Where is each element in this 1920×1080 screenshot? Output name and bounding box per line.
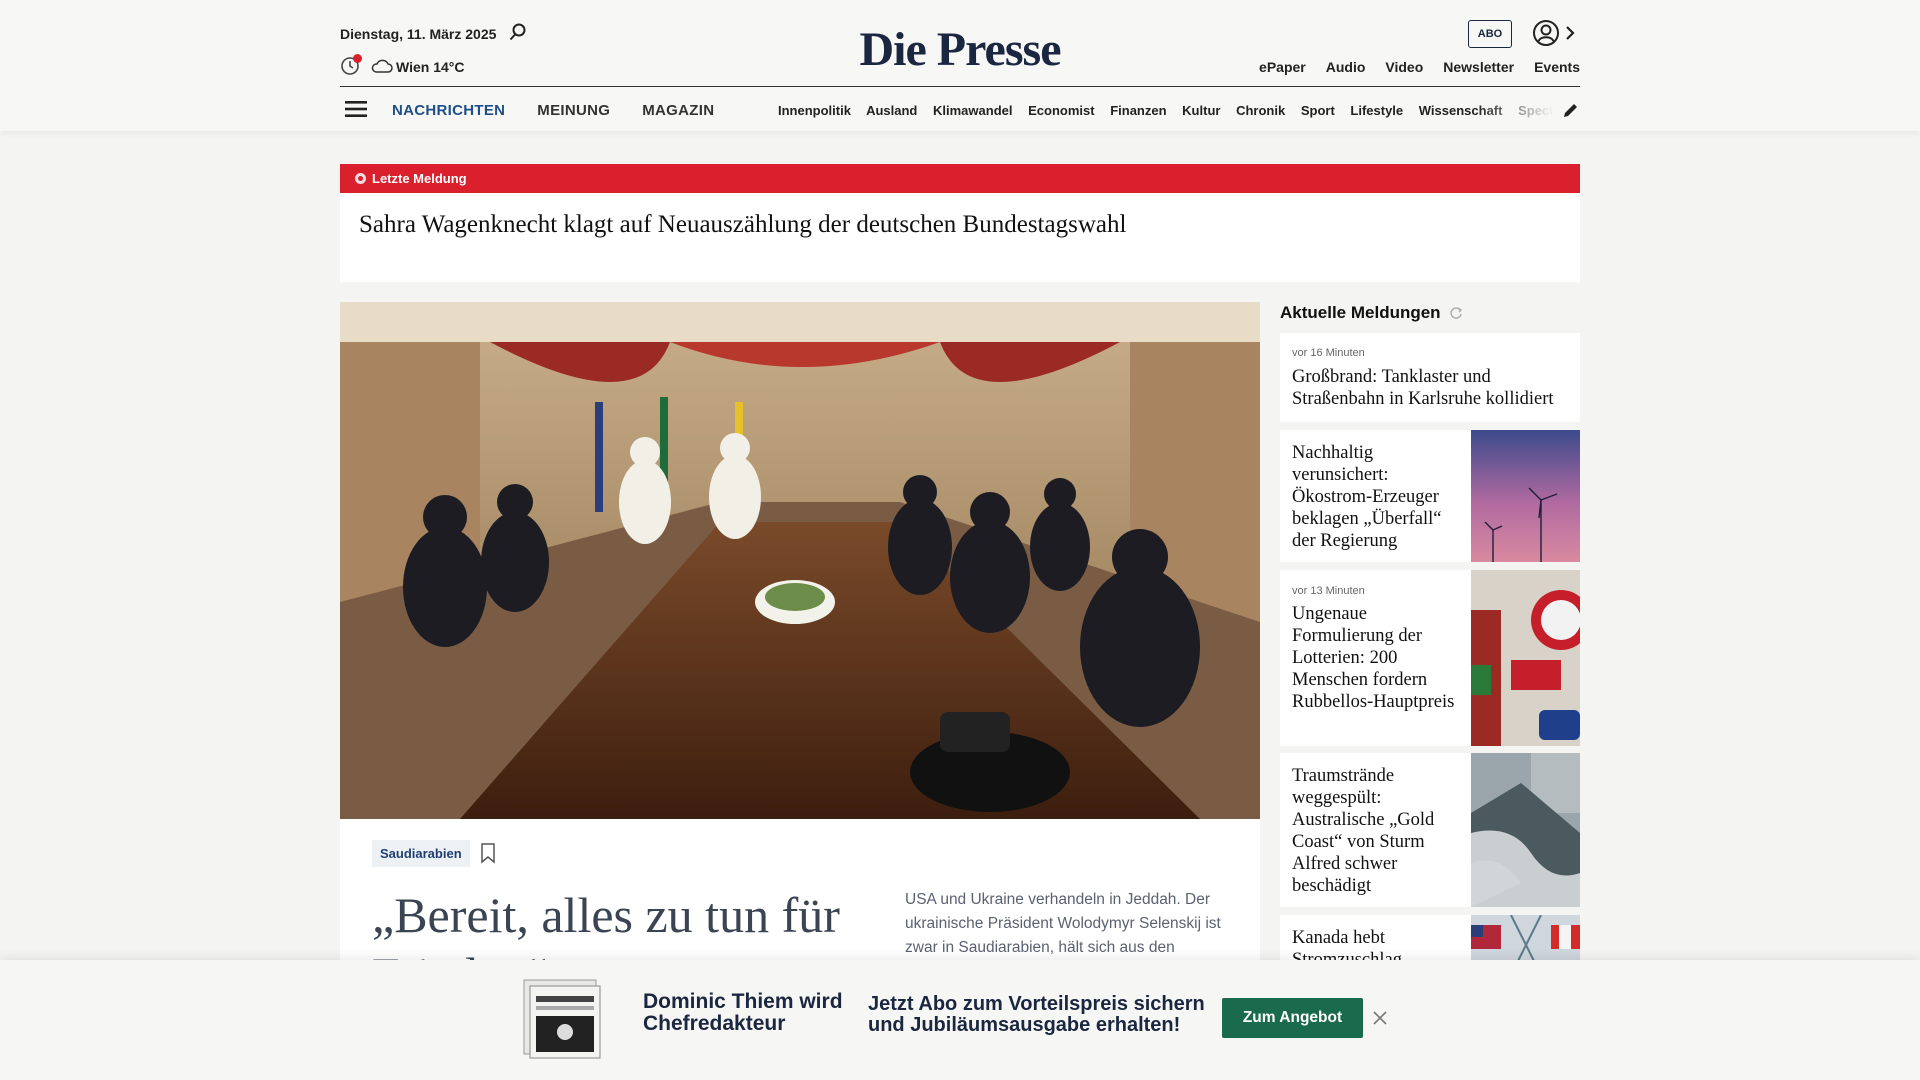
newspaper-icon <box>523 979 601 1059</box>
site-header: Dienstag, 11. März 2025 Wien 14°C Die Pr… <box>0 0 1920 131</box>
news-item-title[interactable]: Ungenaue Formulierung der Lotterien: 200… <box>1292 603 1467 713</box>
user-icon[interactable] <box>1532 19 1560 47</box>
link-video[interactable]: Video <box>1385 59 1423 75</box>
breaking-label: Letzte Meldung <box>372 171 467 186</box>
news-item-time: vor 16 Minuten <box>1292 347 1365 359</box>
breaking-news[interactable]: Letzte Meldung Sahra Wagenknecht klagt a… <box>340 164 1580 282</box>
pencil-icon[interactable] <box>1562 101 1580 119</box>
promo-headline: Dominic Thiem wird Chefredakteur <box>643 990 843 1035</box>
section-nav: Innenpolitik Ausland Klimawandel Economi… <box>778 103 1554 118</box>
abo-button[interactable]: ABO <box>1468 20 1512 48</box>
news-item[interactable]: Traumstrände weggespült: Australische „G… <box>1280 753 1580 907</box>
nav-magazin[interactable]: MAGAZIN <box>642 102 714 119</box>
nav-finanzen[interactable]: Finanzen <box>1110 103 1166 118</box>
header-divider <box>340 86 1580 87</box>
news-item-thumbnail[interactable] <box>1471 430 1580 562</box>
topic-tag[interactable]: Saudiarabien <box>372 840 470 867</box>
news-item-thumbnail[interactable] <box>1471 570 1580 746</box>
hero-article: Saudiarabien „Bereit, alles zu tun für F… <box>340 302 1260 1062</box>
nav-meinung[interactable]: MEINUNG <box>537 102 610 119</box>
nav-wissenschaft[interactable]: Wissenschaft <box>1419 103 1503 118</box>
nav-innenpolitik[interactable]: Innenpolitik <box>778 103 851 118</box>
hamburger-menu-icon[interactable] <box>345 100 367 118</box>
nav-economist[interactable]: Economist <box>1028 103 1094 118</box>
news-item[interactable]: Nachhaltig verunsichert: Ökostrom-Erzeug… <box>1280 430 1580 562</box>
news-item-time: vor 13 Minuten <box>1292 585 1365 597</box>
nav-ausland[interactable]: Ausland <box>866 103 917 118</box>
nav-lifestyle[interactable]: Lifestyle <box>1350 103 1403 118</box>
promo-banner: Dominic Thiem wird Chefredakteur Jetzt A… <box>0 960 1920 1080</box>
bookmark-icon[interactable] <box>480 842 496 864</box>
close-icon[interactable] <box>1372 1010 1388 1026</box>
news-item-title[interactable]: Traumstrände weggespült: Australische „G… <box>1292 765 1467 897</box>
link-events[interactable]: Events <box>1534 59 1580 75</box>
nav-chronik[interactable]: Chronik <box>1236 103 1285 118</box>
chevron-right-icon[interactable] <box>1564 24 1576 42</box>
hero-image[interactable] <box>340 302 1260 819</box>
link-newsletter[interactable]: Newsletter <box>1443 59 1514 75</box>
breaking-headline[interactable]: Sahra Wagenknecht klagt auf Neuauszählun… <box>359 211 1126 239</box>
refresh-icon[interactable] <box>1448 305 1464 321</box>
main-nav: NACHRICHTEN MEINUNG MAGAZIN <box>392 102 714 119</box>
news-item[interactable]: vor 16 Minuten Großbrand: Tanklaster und… <box>1280 333 1580 422</box>
nav-klimawandel[interactable]: Klimawandel <box>933 103 1012 118</box>
nav-kultur[interactable]: Kultur <box>1182 103 1220 118</box>
top-links: ePaper Audio Video Newsletter Events <box>1259 59 1580 75</box>
sidebar-title: Aktuelle Meldungen <box>1280 303 1441 322</box>
zum-angebot-button[interactable]: Zum Angebot <box>1222 998 1363 1038</box>
link-epaper[interactable]: ePaper <box>1259 59 1306 75</box>
news-item-title[interactable]: Nachhaltig verunsichert: Ökostrom-Erzeug… <box>1292 442 1467 552</box>
nav-nachrichten[interactable]: NACHRICHTEN <box>392 102 505 119</box>
hero-lead: USA und Ukraine verhandeln in Jeddah. De… <box>905 891 1221 956</box>
news-item-thumbnail[interactable] <box>1471 753 1580 907</box>
live-icon <box>355 173 366 184</box>
news-item[interactable]: vor 13 Minuten Ungenaue Formulierung der… <box>1280 570 1580 746</box>
breaking-bar: Letzte Meldung <box>340 164 1580 193</box>
news-item-title[interactable]: Großbrand: Tanklaster und Straßenbahn in… <box>1292 366 1577 410</box>
link-audio[interactable]: Audio <box>1326 59 1366 75</box>
nav-spectrum[interactable]: Spectrum <box>1518 103 1554 118</box>
promo-text: Jetzt Abo zum Vorteilspreis sichern und … <box>868 993 1205 1036</box>
nav-sport[interactable]: Sport <box>1301 103 1335 118</box>
